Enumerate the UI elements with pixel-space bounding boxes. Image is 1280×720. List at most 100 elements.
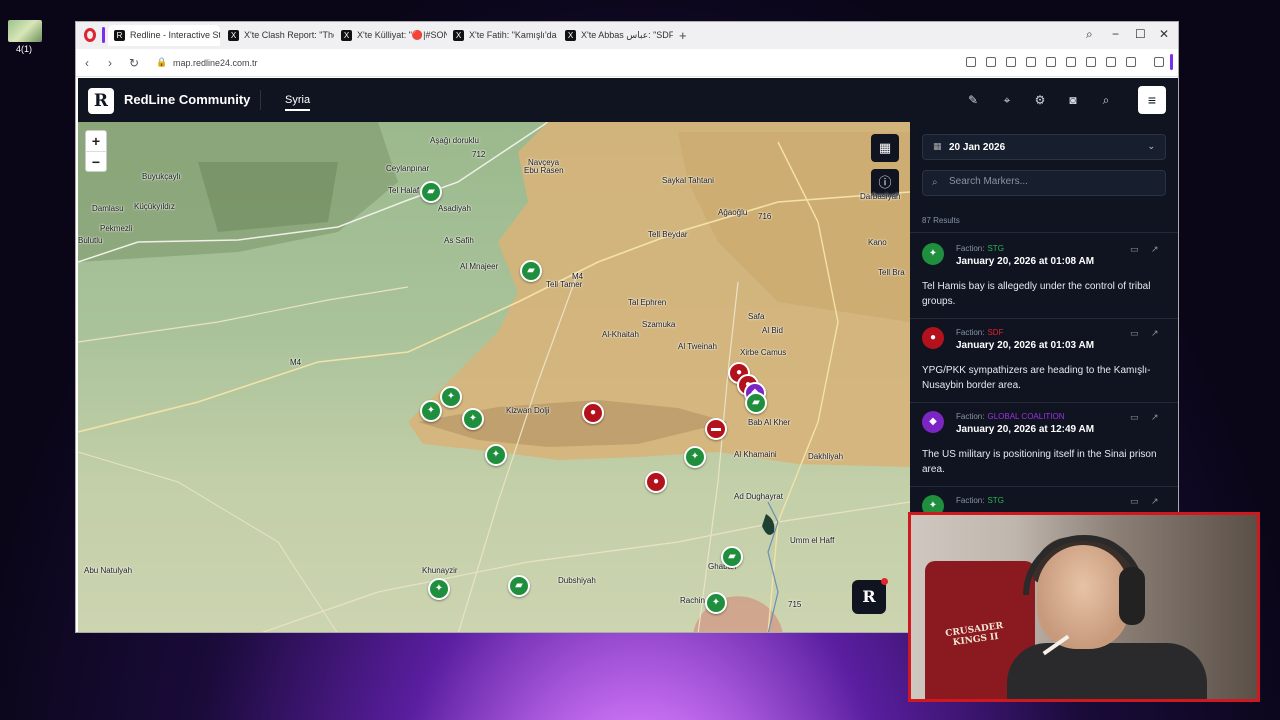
- place-label: Umm el Haff: [790, 536, 835, 545]
- video-icon[interactable]: ▭: [1130, 244, 1139, 255]
- video-icon[interactable]: ▭: [1130, 412, 1139, 423]
- external-link-icon[interactable]: ↗: [1151, 412, 1159, 423]
- marker-item[interactable]: ✦ Faction: STG January 20, 2026 at 01:08 AM…: [910, 234, 1178, 318]
- marker-item[interactable]: ● Faction: SDF January 20, 2026 at 01:03 AM…: [910, 318, 1178, 402]
- faction-line: Faction: GLOBAL COALITION: [956, 412, 1065, 421]
- map-view[interactable]: + − ▦ ⓘ Aşağı doruklu Ceylanpınar Tel Ha…: [78, 122, 910, 632]
- marker-description: YPG/PKK sympathizers are heading to the …: [922, 365, 1151, 391]
- tab-x-4[interactable]: X X'te Abbas عباس: "SDF's w: [559, 25, 673, 46]
- hamburger-menu-button[interactable]: ≡: [1138, 86, 1166, 114]
- marker-description: The US military is positioning itself in…: [922, 449, 1157, 475]
- search-tabs-icon[interactable]: ⌕: [1086, 27, 1093, 42]
- zoom-out-button[interactable]: −: [86, 151, 106, 171]
- location-pin-icon[interactable]: ⌖: [1000, 93, 1014, 107]
- place-label: Tel Halaf: [388, 186, 420, 195]
- rifle-marker-icon[interactable]: ✦: [428, 578, 450, 600]
- place-label: Dubshiyah: [558, 576, 596, 585]
- place-label: Dakhliyah: [808, 452, 844, 461]
- url-field[interactable]: map.redline24.com.tr: [173, 58, 258, 68]
- vehicle-marker-icon[interactable]: ▰: [420, 181, 442, 203]
- search-icon: ⌕: [932, 177, 938, 188]
- draw-tool-icon[interactable]: ✎: [966, 93, 980, 107]
- map-layers-button[interactable]: ▦: [871, 134, 899, 162]
- vehicle-marker-icon[interactable]: ▰: [745, 392, 767, 414]
- place-label: Darbasiyah: [860, 192, 901, 201]
- place-label: Damlasu: [92, 204, 124, 213]
- shield-icon[interactable]: [1006, 57, 1016, 67]
- video-icon[interactable]: ▭: [1130, 328, 1139, 339]
- faction-name: SDF: [987, 328, 1004, 337]
- tab-x-2[interactable]: X X'te Külliyat: "🔴|#SONDA: [335, 25, 447, 46]
- place-label: Pekmezli: [100, 224, 133, 233]
- rifle-marker-icon[interactable]: ✦: [485, 444, 507, 466]
- rifle-marker-icon[interactable]: ✦: [462, 408, 484, 430]
- marker-item[interactable]: ◆ Faction: GLOBAL COALITION January 20, 202…: [910, 402, 1178, 486]
- close-window-icon[interactable]: ✕: [1159, 27, 1169, 41]
- rifle-marker-icon[interactable]: ✦: [420, 400, 442, 422]
- vehicle-marker-icon[interactable]: ▰: [520, 260, 542, 282]
- play-icon[interactable]: [1046, 57, 1056, 67]
- tank-marker-icon[interactable]: ▬: [705, 418, 727, 440]
- opera-logo-icon[interactable]: [84, 28, 96, 42]
- external-link-icon[interactable]: ↗: [1151, 496, 1159, 507]
- edit-icon[interactable]: [966, 57, 976, 67]
- place-label: Tell Tamer: [546, 280, 583, 289]
- zoom-in-button[interactable]: +: [86, 131, 106, 151]
- tab-redline[interactable]: R Redline - Interactive Strat: [108, 25, 220, 46]
- tab-syria[interactable]: Syria: [285, 94, 311, 111]
- marker-timestamp: January 20, 2026 at 01:03 AM: [956, 340, 1095, 351]
- calendar-icon: ▦: [933, 141, 942, 151]
- date-selector[interactable]: ▦ 20 Jan 2026 ⌄: [922, 134, 1166, 160]
- place-label: Tell Bra: [878, 268, 905, 277]
- external-link-icon[interactable]: ↗: [1151, 328, 1159, 339]
- place-label: Ağaoğlu: [718, 208, 748, 217]
- new-tab-icon[interactable]: +: [679, 28, 687, 43]
- notification-dot: [881, 578, 888, 585]
- group-marker-icon[interactable]: ●: [645, 471, 667, 493]
- rifle-marker-icon[interactable]: ✦: [684, 446, 706, 468]
- menu-lines-icon[interactable]: [1106, 57, 1116, 67]
- search-icon[interactable]: ⌕: [1099, 93, 1113, 107]
- rifle-marker-icon[interactable]: ✦: [440, 386, 462, 408]
- place-label: Abu Natulyah: [84, 566, 133, 575]
- place-label: Ceylanpınar: [386, 164, 430, 173]
- settings-icon[interactable]: ⚙: [1033, 93, 1047, 107]
- download-icon[interactable]: [1086, 57, 1096, 67]
- faction-line: Faction: SDF: [956, 328, 1003, 337]
- camera-icon[interactable]: [986, 57, 996, 67]
- desktop-file-icon[interactable]: [8, 20, 42, 42]
- map-terrain: [78, 122, 910, 632]
- lock-icon[interactable]: 🔒: [156, 57, 167, 68]
- wallet-icon[interactable]: [1126, 57, 1136, 67]
- heart-icon[interactable]: [1066, 57, 1076, 67]
- address-bar: ‹ › ↻ 🔒 map.redline24.com.tr: [76, 49, 1178, 77]
- search-markers-input[interactable]: [949, 176, 1159, 187]
- video-icon[interactable]: ▭: [1130, 496, 1139, 507]
- redline-logo[interactable]: R: [88, 88, 114, 114]
- minimize-icon[interactable]: −: [1112, 27, 1119, 41]
- vpn-icon[interactable]: [1026, 57, 1036, 67]
- back-icon[interactable]: ‹: [85, 56, 89, 70]
- tab-x-1[interactable]: X X'te Clash Report: "The Sy: [222, 25, 334, 46]
- place-label: Saykal Tahtani: [662, 176, 714, 185]
- vehicle-marker-icon[interactable]: ▰: [508, 575, 530, 597]
- maximize-icon[interactable]: ☐: [1135, 27, 1146, 41]
- camera-icon[interactable]: ◙: [1066, 93, 1080, 107]
- place-label: Kizwan Dolji: [506, 406, 550, 415]
- place-label: Bulutlu: [78, 236, 103, 245]
- place-label: Asadiyah: [438, 204, 471, 213]
- vehicle-marker-icon[interactable]: ▰: [721, 546, 743, 568]
- redline-map-logo[interactable]: R: [852, 578, 888, 614]
- tab-x-3[interactable]: X X'te Fatih: "Kamışlı'da top: [447, 25, 559, 46]
- group-marker-icon[interactable]: ●: [582, 402, 604, 424]
- extensions-icon[interactable]: [1154, 57, 1164, 67]
- place-label: Aşağı doruklu: [430, 136, 479, 145]
- road-label: 716: [758, 212, 772, 221]
- desktop-file-label: 4(1): [16, 44, 33, 54]
- rifle-marker-icon[interactable]: ✦: [705, 592, 727, 614]
- place-label: Szamuka: [642, 320, 676, 329]
- nav-divider: [260, 90, 261, 110]
- forward-icon[interactable]: ›: [108, 56, 112, 70]
- external-link-icon[interactable]: ↗: [1151, 244, 1159, 255]
- reload-icon[interactable]: ↻: [129, 56, 139, 70]
